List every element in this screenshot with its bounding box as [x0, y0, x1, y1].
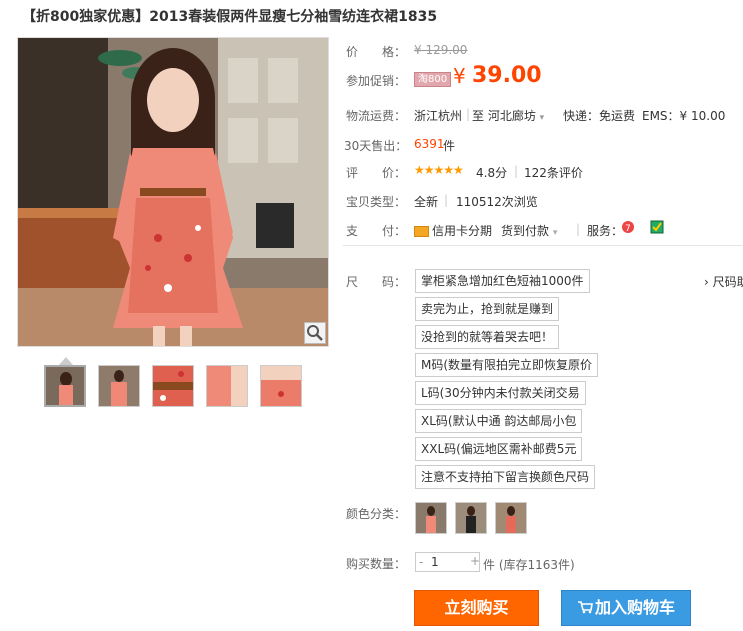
- quantity-input[interactable]: 1: [431, 555, 439, 569]
- zoom-button[interactable]: [304, 322, 326, 344]
- svg-text:7: 7: [625, 224, 631, 234]
- product-title: 【折800独家优惠】2013春装假两件显瘦七分袖雪纺连衣裙1835: [22, 9, 438, 25]
- type-label: 宝贝类型：: [346, 195, 407, 209]
- thumbnail-4[interactable]: [206, 365, 248, 407]
- review-count-link[interactable]: 122条评价: [524, 164, 583, 181]
- size-option-4[interactable]: M码(数量有限拍完立即恢复原价: [415, 353, 599, 377]
- thumbnail-5[interactable]: [260, 365, 302, 407]
- divider: |: [466, 107, 471, 121]
- promo-currency: ¥: [453, 64, 466, 88]
- rating-label: 评 价：: [346, 166, 407, 180]
- cart-icon: [577, 592, 593, 626]
- thumbnail-3[interactable]: [152, 365, 194, 407]
- promo-badge-wrap: 淘800: [414, 70, 452, 87]
- divider: |: [576, 222, 581, 236]
- chevron-down-icon: ▾: [552, 228, 558, 238]
- size-option-8[interactable]: 注意不支持拍下留言换颜色尺码: [415, 465, 596, 489]
- thumbnail-pointer: [59, 357, 73, 365]
- decrement-button[interactable]: -: [419, 555, 423, 569]
- divider: |: [444, 193, 449, 207]
- original-price: ¥ 129.00: [414, 43, 468, 57]
- size-label: 尺 码：: [346, 275, 407, 289]
- shipping-destination[interactable]: 至 河北廊坊 ▾: [472, 107, 544, 124]
- color-swatch-2[interactable]: [455, 502, 487, 534]
- promo-badge: 淘800: [414, 72, 452, 87]
- chevron-down-icon: ▾: [539, 113, 545, 123]
- payment-label: 支 付：: [346, 224, 407, 238]
- item-condition: 全新: [414, 195, 439, 209]
- sales-unit: 件: [443, 139, 456, 153]
- size-option-1[interactable]: 掌柜紧急增加红色短袖1000件: [415, 269, 590, 293]
- size-option-2[interactable]: 卖完为止，抢到就是赚到: [415, 297, 560, 321]
- quantity-stepper[interactable]: - 1 +: [415, 552, 480, 572]
- cod-label: 货到付款: [501, 224, 550, 238]
- product-photo: [18, 38, 328, 346]
- credit-card-icon: [414, 226, 429, 237]
- cash-on-delivery[interactable]: 货到付款 ▾: [501, 222, 557, 239]
- ems-fee: EMS：¥ 10.00: [642, 109, 726, 123]
- stock-info: 件 (库存1163件): [483, 558, 575, 572]
- view-count: 110512次浏览: [456, 195, 538, 209]
- size-option-3[interactable]: 没抢到的就等着哭去吧！: [415, 325, 560, 349]
- size-guide-link[interactable]: › 尺码助: [704, 273, 743, 290]
- thumbnail-1[interactable]: [44, 365, 86, 407]
- section-divider: [343, 245, 743, 246]
- size-option-7[interactable]: XXL码(偏远地区需补邮费5元: [415, 437, 583, 461]
- color-swatch-1[interactable]: [415, 502, 447, 534]
- shipping-from: 浙江杭州: [414, 109, 463, 123]
- cart-label: 加入购物车: [594, 598, 675, 617]
- seven-day-return-icon[interactable]: 7: [621, 220, 635, 237]
- express-fee: 快递：免运费: [563, 109, 636, 123]
- increment-button[interactable]: +: [470, 554, 480, 568]
- guarantee-icon[interactable]: [650, 220, 664, 237]
- credit-installment[interactable]: 信用卡分期: [414, 222, 492, 239]
- rating-stars: ★★★★★: [414, 163, 464, 177]
- quantity-label: 购买数量：: [346, 557, 407, 571]
- thumbnail-2[interactable]: [98, 365, 140, 407]
- promo-price: 39.00: [472, 63, 542, 88]
- promo-label: 参加促销：: [346, 74, 407, 88]
- color-swatch-3[interactable]: [495, 502, 527, 534]
- size-option-6[interactable]: XL码(默认中通 韵达邮局小包: [415, 409, 583, 433]
- rating-score: 4.8分: [476, 166, 508, 180]
- size-option-5[interactable]: L码(30分钟内未付款关闭交易: [415, 381, 586, 405]
- price-label: 价 格：: [346, 45, 407, 59]
- divider: |: [514, 164, 519, 178]
- credit-label: 信用卡分期: [432, 224, 493, 238]
- shipping-to: 至 河北廊坊: [472, 109, 536, 123]
- magnifier-icon: [307, 325, 323, 341]
- buy-now-button[interactable]: 立刻购买: [414, 590, 539, 626]
- add-to-cart-button[interactable]: 加入购物车: [561, 590, 691, 626]
- shipping-label: 物流运费：: [346, 109, 407, 123]
- sales-label: 30天售出：: [344, 139, 408, 153]
- sales-count: 6391: [414, 137, 445, 151]
- service-label: 服务：: [587, 224, 624, 238]
- color-label: 颜色分类：: [346, 507, 407, 521]
- main-product-image[interactable]: [17, 37, 329, 347]
